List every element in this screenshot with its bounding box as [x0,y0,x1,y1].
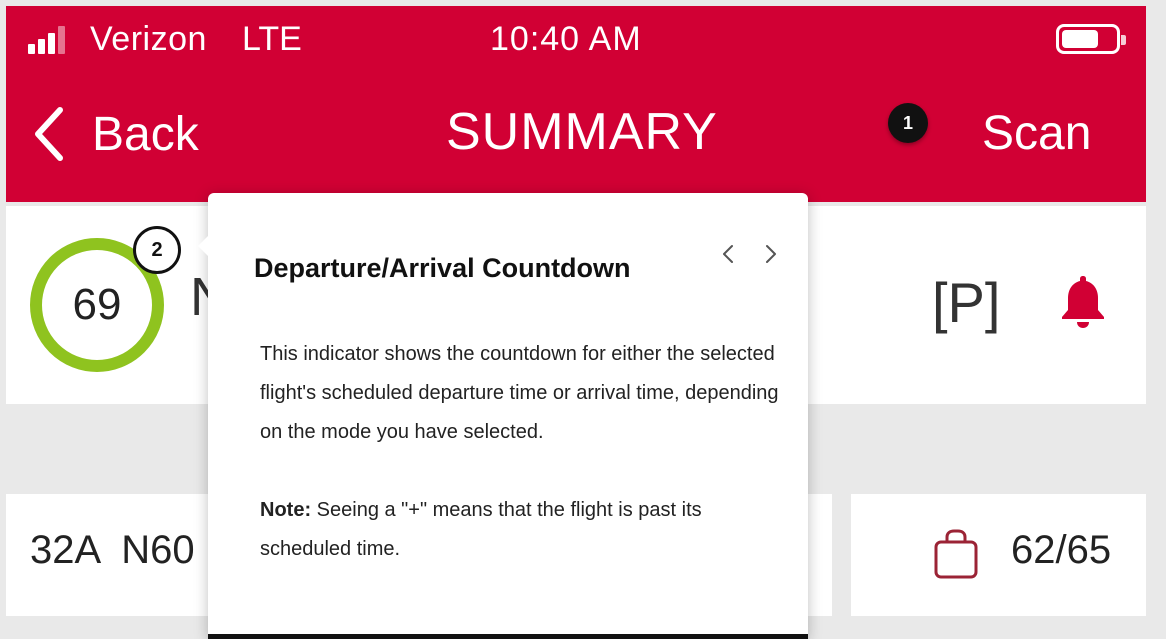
back-label: Back [92,107,199,161]
bag-icon [934,529,978,579]
page-title: SUMMARY [446,103,718,161]
popover-title: Departure/Arrival Countdown [254,253,631,283]
chevron-left-icon [35,107,63,161]
battery-icon [1056,24,1126,54]
tour-popover: Departure/Arrival Countdown This indicat… [198,193,808,639]
seat-info: 32A N60 [30,528,195,572]
nav-bar: Back SUMMARY Scan [6,70,1146,202]
priority-marker: [P] [932,271,1001,334]
signal-icon [28,26,74,54]
countdown-value: 69 [72,280,122,329]
chevron-left-icon[interactable] [713,239,743,269]
note-text: Seeing a "+" means that the flight is pa… [260,499,702,560]
popover-body: This indicator shows the countdown for e… [260,343,779,443]
note-label: Note: [260,499,312,521]
status-bar: Verizon LTE 10:40 AM [6,6,1146,70]
status-time: 10:40 AM [490,20,642,58]
scan-button[interactable]: Scan [982,106,1091,161]
back-button[interactable]: Back [32,102,199,166]
tour-step-badge-2[interactable]: 2 [133,226,181,274]
bag-count: 62/65 [1011,528,1112,572]
tour-step-badge-1[interactable]: 1 [888,103,928,143]
carrier-label: Verizon [90,20,207,58]
popover-note: Note: Seeing a "+" means that the flight… [260,491,780,569]
popover-arrow [198,236,208,256]
bell-icon[interactable] [1058,272,1108,330]
chevron-right-icon[interactable] [756,239,786,269]
baggage-card: 62/65 [851,494,1146,616]
network-label: LTE [242,20,302,58]
